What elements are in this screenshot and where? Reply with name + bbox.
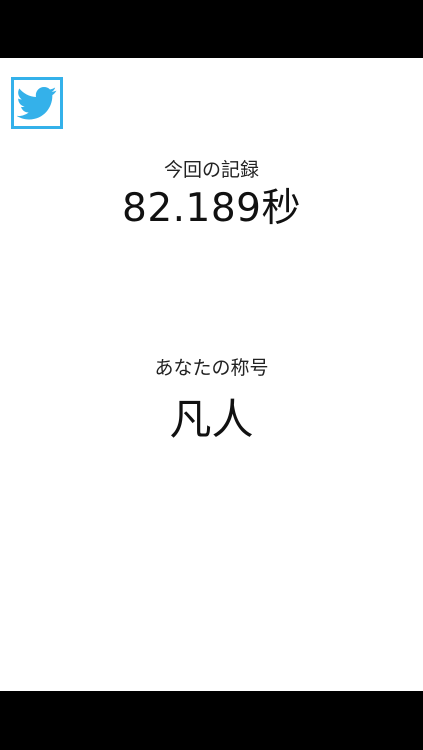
top-letterbox-bar — [0, 0, 423, 58]
record-label: 今回の記録 — [163, 159, 259, 181]
record-time-value: 82.189秒 — [122, 186, 301, 231]
twitter-bird-icon — [17, 87, 57, 120]
bottom-letterbox-bar — [0, 691, 423, 750]
title-label: あなたの称号 — [154, 357, 269, 379]
twitter-share-button[interactable] — [11, 77, 63, 129]
title-value: 凡人 — [169, 395, 254, 444]
